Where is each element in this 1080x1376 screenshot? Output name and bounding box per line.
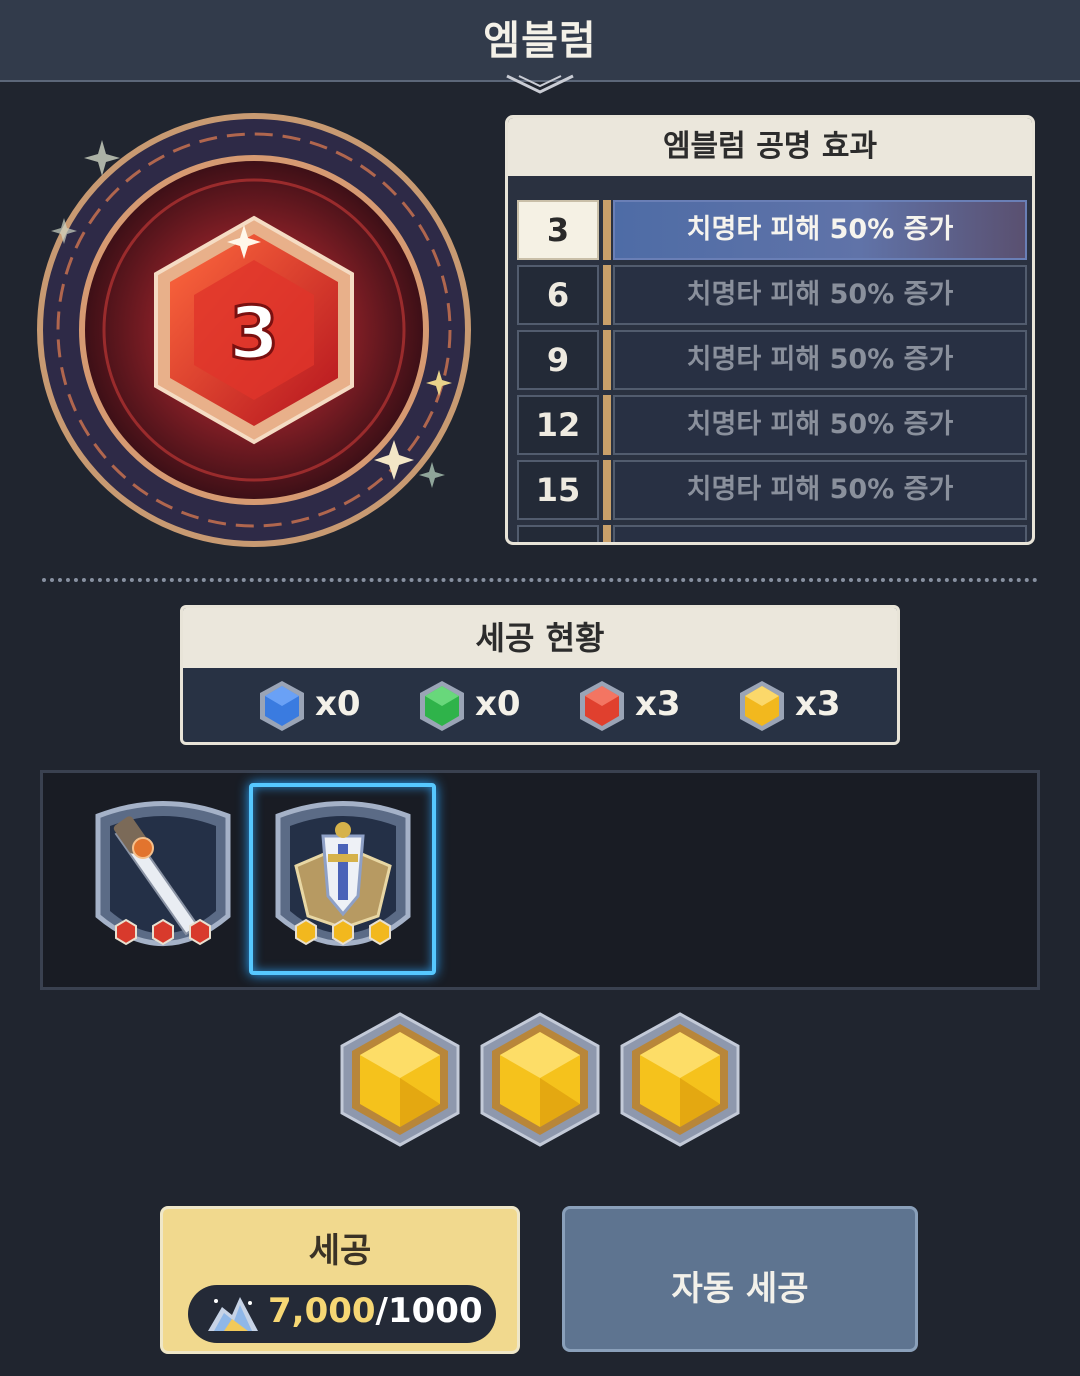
- resonance-row[interactable]: 15 치명타 피해 50% 증가: [517, 460, 1027, 520]
- resonance-level: 3: [517, 200, 599, 260]
- resonance-level: 6: [517, 265, 599, 325]
- socket-gems: [115, 918, 211, 946]
- resonance-row[interactable]: 12 치명타 피해 50% 증가: [517, 395, 1027, 455]
- resonance-effect: 치명타 피해 50% 증가: [613, 265, 1027, 325]
- gem-slot-1[interactable]: [340, 1012, 460, 1147]
- resonance-effect: [613, 525, 1027, 542]
- resonance-level: 15: [517, 460, 599, 520]
- cost-text: 7,000/1000: [268, 1291, 483, 1331]
- resonance-divider: [603, 200, 611, 260]
- resonance-row[interactable]: 9 치명타 피해 50% 증가: [517, 330, 1027, 390]
- resonance-effect: 치명타 피해 50% 증가: [613, 460, 1027, 520]
- resonance-effect: 치명타 피해 50% 증가: [613, 395, 1027, 455]
- resonance-divider: [603, 265, 611, 325]
- green-gem-icon: [420, 681, 464, 731]
- gem-count: x3: [635, 684, 681, 724]
- cost-have: 7,000: [268, 1291, 376, 1331]
- resonance-effect: 치명타 피해 50% 증가: [613, 200, 1027, 260]
- gem-count: x3: [795, 684, 841, 724]
- emblem-level: 3: [229, 291, 279, 375]
- resonance-divider: [603, 460, 611, 520]
- page-title: 엠블럼: [483, 18, 597, 64]
- resonance-row[interactable]: 3 치명타 피해 50% 증가: [517, 200, 1027, 260]
- auto-socket-button[interactable]: 자동 세공: [562, 1206, 918, 1352]
- gem-slot-3[interactable]: [620, 1012, 740, 1147]
- resonance-divider: [603, 330, 611, 390]
- resonance-divider: [603, 395, 611, 455]
- cost-display: 7,000/1000: [188, 1285, 496, 1343]
- resonance-effect-panel: 엠블럼 공명 효과 3 치명타 피해 50% 증가 6 치명타 피해 50% 증…: [505, 115, 1035, 545]
- yellow-gem-icon: [740, 681, 784, 731]
- sword-emblem-item[interactable]: [88, 796, 238, 966]
- shield-emblem-item[interactable]: [268, 796, 418, 966]
- resonance-panel-title: 엠블럼 공명 효과: [508, 118, 1032, 176]
- crystal-dust-icon: [208, 1297, 258, 1331]
- emblem-medallion: 3: [37, 113, 471, 547]
- section-divider: [42, 578, 1038, 582]
- socket-button-label: 세공: [308, 1231, 372, 1271]
- resonance-level: [517, 525, 599, 542]
- resonance-divider: [603, 525, 611, 542]
- gem-count: x0: [315, 684, 361, 724]
- gem-count: x0: [475, 684, 521, 724]
- socket-status-title: 세공 현황: [183, 608, 897, 668]
- socket-status-panel: 세공 현황 x0 x0 x3 x3: [180, 605, 900, 745]
- blue-gem-icon: [260, 681, 304, 731]
- resonance-row-partial: [517, 525, 1027, 542]
- cost-need: 1000: [387, 1291, 483, 1331]
- resonance-effect: 치명타 피해 50% 증가: [613, 330, 1027, 390]
- resonance-level: 12: [517, 395, 599, 455]
- cost-separator: /: [375, 1291, 388, 1331]
- red-gem-icon: [580, 681, 624, 731]
- resonance-row[interactable]: 6 치명타 피해 50% 증가: [517, 265, 1027, 325]
- resonance-level: 9: [517, 330, 599, 390]
- gem-slot-2[interactable]: [480, 1012, 600, 1147]
- auto-socket-button-label: 자동 세공: [671, 1269, 809, 1309]
- socket-button[interactable]: 세공 7,000/1000: [160, 1206, 520, 1354]
- header-chevron-icon: [506, 74, 574, 94]
- socket-gems: [295, 918, 391, 946]
